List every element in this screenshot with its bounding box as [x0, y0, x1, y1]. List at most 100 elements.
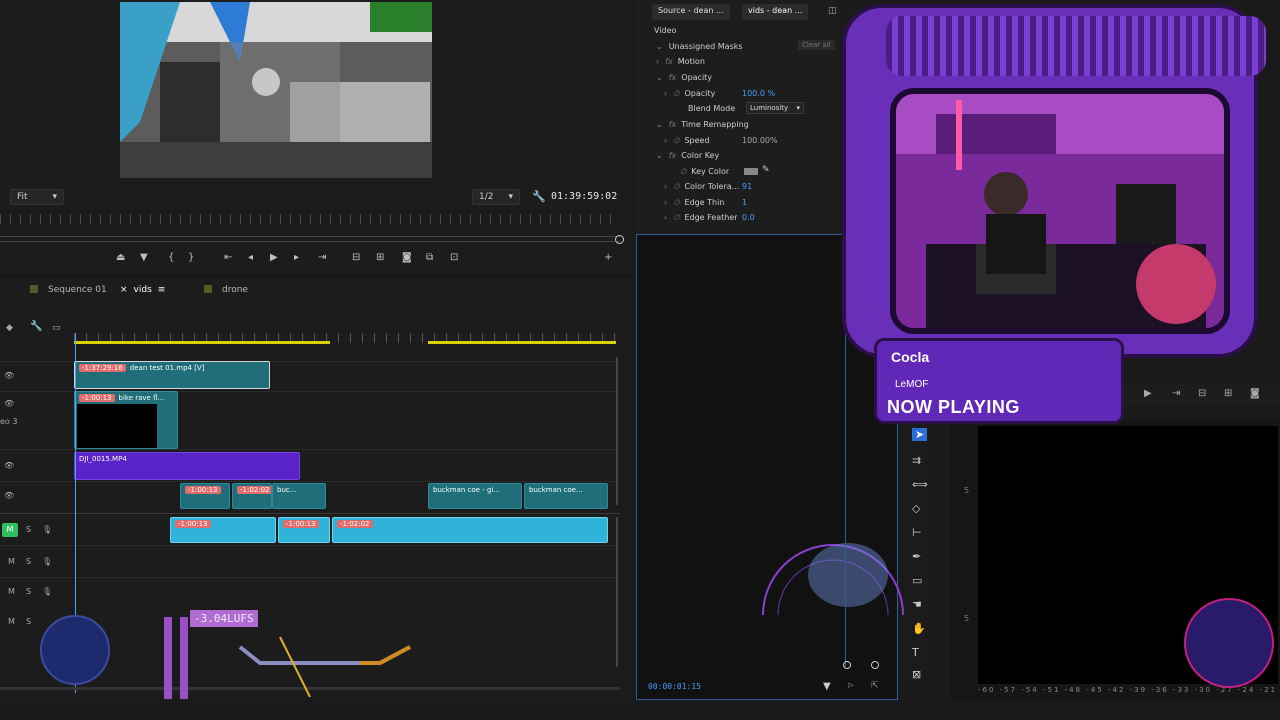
wrench-icon[interactable]: 🔧: [532, 190, 546, 203]
row-color-key[interactable]: ⌄ fx Color Key: [656, 151, 719, 160]
insert-icon[interactable]: ⊟: [1198, 388, 1206, 399]
row-speed[interactable]: › ⏱ Speed: [664, 136, 710, 146]
clip-v1-e[interactable]: buckman coe...: [524, 483, 608, 509]
hand-tool-icon[interactable]: ✋: [912, 622, 926, 635]
monitor-scrub-bar[interactable]: [0, 236, 620, 242]
edge-thin-value[interactable]: 1: [742, 198, 747, 207]
row-color-tolerance[interactable]: › ⏱ Color Tolera...: [664, 182, 739, 192]
tab-source[interactable]: Source - dean ...: [652, 4, 730, 20]
color-tolerance-value[interactable]: 91: [742, 182, 752, 191]
type-tool-icon[interactable]: T: [912, 646, 919, 659]
tab-vids[interactable]: × vids ≡: [120, 285, 165, 295]
play-audio-icon[interactable]: ⊳: [847, 681, 855, 691]
slip-tool-icon[interactable]: ⊢: [912, 526, 922, 539]
tab-effect-controls[interactable]: vids - dean ...: [742, 4, 809, 20]
captions-icon[interactable]: ▭: [52, 323, 61, 333]
solo-toggle-a3[interactable]: S: [26, 587, 31, 596]
step-forward-icon[interactable]: ▸: [294, 252, 299, 263]
mute-toggle-a4[interactable]: M: [8, 617, 15, 626]
rectangle-tool-icon[interactable]: ▭: [912, 574, 922, 587]
clip-v1-c[interactable]: buc...: [272, 483, 326, 509]
zoom-select[interactable]: Fit ▾: [10, 189, 64, 205]
clip-dean-test[interactable]: -1:37:29:16 dean test 01.mp4 [V]: [74, 361, 270, 389]
play-icon[interactable]: ▶: [1144, 388, 1152, 399]
clip-dji[interactable]: DJI_0015.MP4: [74, 452, 300, 480]
clip-v1-d[interactable]: buckman coe - gi...: [428, 483, 522, 509]
camera-icon[interactable]: ◙: [402, 252, 412, 263]
mute-toggle-a2[interactable]: M: [8, 557, 15, 566]
row-edge-feather[interactable]: › ⏱ Edge Feather: [664, 213, 738, 223]
captions-tool-icon[interactable]: ⊠: [912, 668, 921, 681]
stopwatch-icon[interactable]: ⏱: [680, 167, 686, 176]
audio-clip-a[interactable]: -1:00:13: [170, 517, 276, 543]
camera-icon[interactable]: ◙: [1250, 388, 1260, 399]
row-key-color[interactable]: ⏱ Key Color: [680, 167, 729, 177]
clip-bike-rave[interactable]: -1:00:13 bike rave fl...: [74, 391, 178, 449]
solo-toggle-a4[interactable]: S: [26, 617, 31, 626]
stopwatch-icon[interactable]: ⏱: [673, 136, 679, 145]
tab-drone[interactable]: drone: [204, 285, 248, 295]
lift-clip-icon[interactable]: ⊟: [352, 252, 360, 263]
filter-icon[interactable]: ▼: [823, 681, 831, 692]
mic-icon[interactable]: 🎙: [42, 525, 52, 534]
playhead-timecode[interactable]: 01:39:59:02: [551, 191, 617, 202]
stopwatch-icon[interactable]: ⏱: [673, 213, 679, 222]
pen-tool-icon[interactable]: ✒: [912, 550, 921, 563]
video-scrollbar[interactable]: [616, 357, 618, 505]
key-color-swatch[interactable]: [744, 168, 758, 175]
row-edge-thin[interactable]: › ⏱ Edge Thin: [664, 198, 724, 208]
audio-scrollbar[interactable]: [616, 517, 618, 667]
track-select-tool-icon[interactable]: ⇉: [912, 454, 921, 467]
mute-toggle-a3[interactable]: M: [8, 587, 15, 596]
stopwatch-icon[interactable]: ⏱: [673, 198, 679, 207]
solo-toggle-a1[interactable]: S: [26, 525, 31, 534]
mark-in-icon[interactable]: {: [168, 252, 174, 263]
row-opacity[interactable]: ⌄ fx Opacity: [656, 73, 712, 82]
row-unassigned-masks[interactable]: ⌄ Unassigned Masks: [656, 42, 743, 51]
zoom-handle[interactable]: [615, 235, 624, 244]
mic-icon[interactable]: 🎙: [42, 557, 52, 566]
tab-sequence-01[interactable]: Sequence 01: [30, 285, 107, 295]
resolution-select[interactable]: 1/2 ▾: [472, 189, 520, 205]
eye-icon[interactable]: 👁: [4, 491, 14, 500]
overwrite-icon[interactable]: ⊞: [1224, 388, 1232, 399]
opacity-value[interactable]: 100.0 %: [742, 89, 775, 98]
zoom-handle[interactable]: [843, 661, 851, 669]
lift-icon[interactable]: ⏏: [116, 252, 125, 263]
go-to-out-icon[interactable]: ⇥: [1172, 388, 1180, 399]
export-icon[interactable]: ⇱: [871, 681, 879, 691]
vr-icon[interactable]: ⊡: [450, 252, 458, 263]
effect-timecode[interactable]: 00:00:01:15: [648, 682, 701, 691]
edge-feather-value[interactable]: 0.0: [742, 213, 755, 222]
solo-toggle-a2[interactable]: S: [26, 557, 31, 566]
go-to-out-icon[interactable]: ⇥: [318, 252, 326, 263]
eye-icon[interactable]: 👁: [4, 371, 14, 380]
audio-clip-b[interactable]: -1:00:13: [278, 517, 330, 543]
marker-icon[interactable]: ▼: [140, 252, 148, 263]
wrench-icon[interactable]: 🔧: [30, 321, 42, 332]
monitor-time-ruler[interactable]: [0, 214, 620, 224]
razor-tool-icon[interactable]: ◇: [912, 502, 920, 515]
close-icon[interactable]: ×: [120, 285, 128, 295]
eye-icon[interactable]: 👁: [4, 399, 14, 408]
menu-icon[interactable]: ≡: [158, 285, 166, 295]
add-button-icon[interactable]: +: [604, 252, 612, 263]
compare-icon[interactable]: ⧉: [426, 252, 433, 263]
zoom-handle[interactable]: [871, 661, 879, 669]
extract-icon[interactable]: ⊞: [376, 252, 384, 263]
step-back-icon[interactable]: ◂: [248, 252, 253, 263]
go-to-in-icon[interactable]: ⇤: [224, 252, 232, 263]
ripple-edit-tool-icon[interactable]: ⟺: [912, 478, 928, 491]
stopwatch-icon[interactable]: ⏱: [673, 182, 679, 191]
eyedropper-icon[interactable]: ✎: [762, 165, 770, 175]
stopwatch-icon[interactable]: ⏱: [673, 89, 679, 98]
snap-icon[interactable]: ◆: [6, 323, 13, 333]
hand-tool-icon[interactable]: ☚: [912, 598, 922, 611]
mute-toggle-a1[interactable]: M: [2, 523, 18, 537]
eye-icon[interactable]: 👁: [4, 461, 14, 470]
speed-value[interactable]: 100.00%: [742, 136, 778, 145]
audio-clip-c[interactable]: -1:02:02: [332, 517, 608, 543]
mark-out-icon[interactable]: }: [188, 252, 194, 263]
row-motion[interactable]: › fx Motion: [656, 57, 705, 66]
clip-v1-b[interactable]: -1:02:02: [232, 483, 272, 509]
